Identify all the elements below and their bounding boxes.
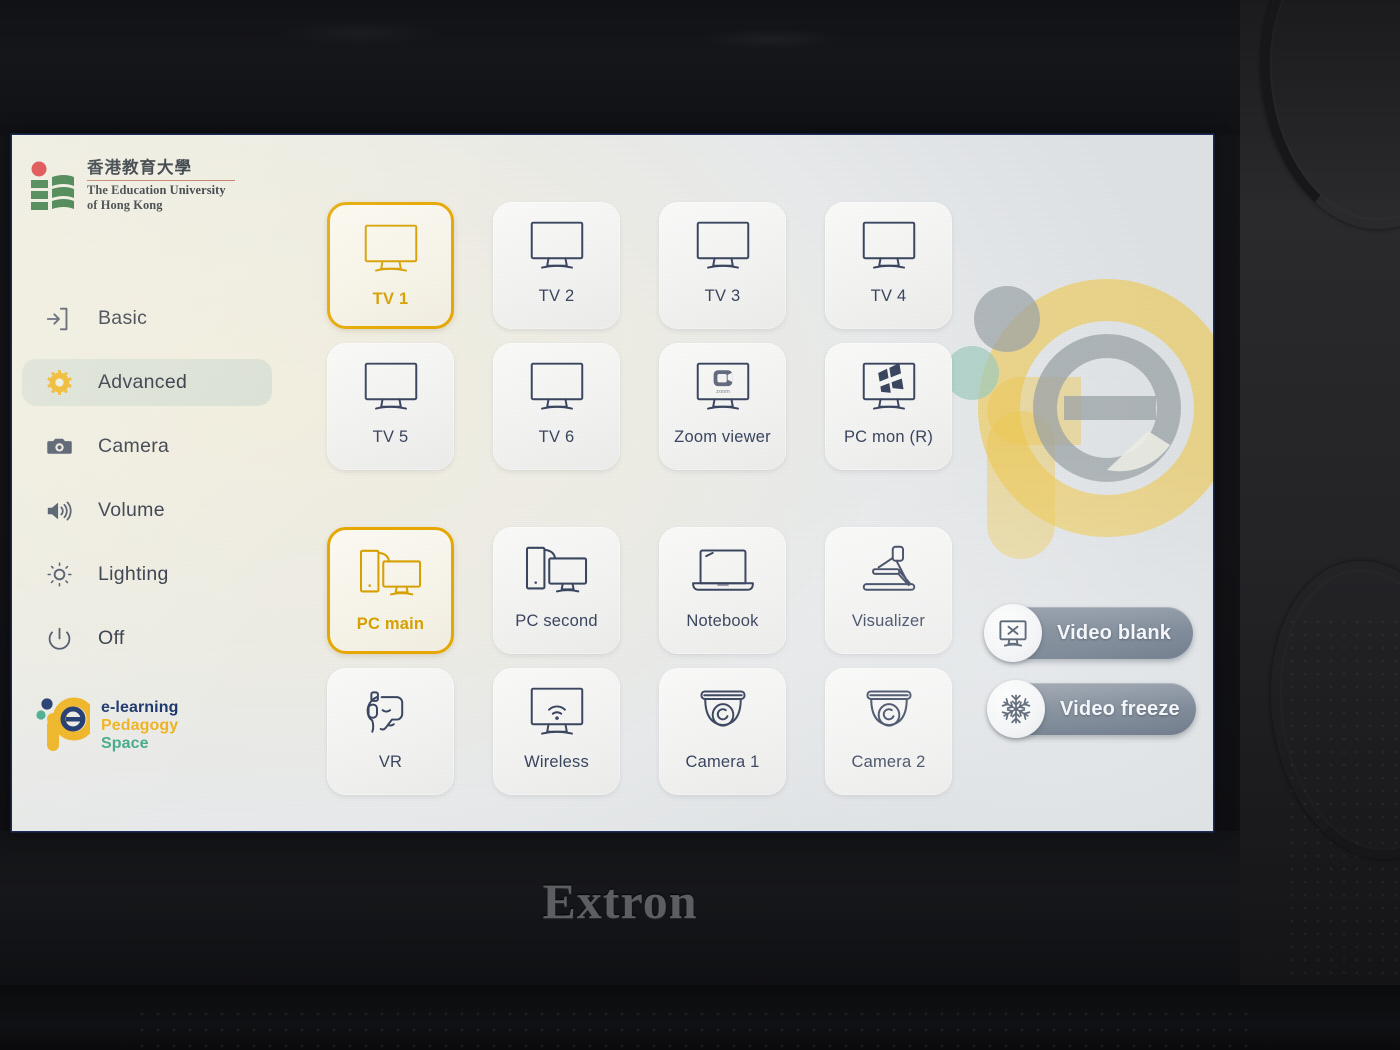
source-tile-label: Notebook	[686, 612, 759, 630]
source-button-grid: TV 1 TV 2 TV 3 TV 4 TV 5 TV 6 zoom Zoom viewer P…	[312, 135, 972, 831]
source-tile-notebook[interactable]: Notebook	[659, 527, 786, 654]
eduhk-crest-icon	[31, 161, 74, 210]
source-tile-tv-6[interactable]: TV 6	[493, 343, 620, 470]
eduhk-logo: 香港教育大學 The Education University of Hong …	[26, 157, 256, 235]
source-tile-label: TV 2	[538, 287, 575, 305]
screen-blank-icon	[984, 604, 1042, 662]
source-tile-label: PC mon (R)	[843, 428, 934, 446]
camera-icon	[44, 432, 74, 462]
source-tile-tv-5[interactable]: TV 5	[327, 343, 454, 470]
elearning-pedagogy-space-logo: e-learning Pedagogy Space	[34, 690, 234, 762]
dome-camera-icon	[686, 682, 760, 744]
sidebar-item-basic[interactable]: Basic	[22, 295, 272, 342]
source-tile-label: PC second	[515, 612, 598, 630]
sidebar-item-label: Advanced	[98, 371, 188, 393]
photo-of-touch-panel: Extron 香港教育大學 The Education University o…	[0, 0, 1400, 1050]
source-tile-pc-mon-r[interactable]: PC mon (R)	[825, 343, 952, 470]
windows-monitor-icon	[852, 357, 926, 419]
monitor-icon	[520, 216, 594, 278]
source-tile-visualizer[interactable]: Visualizer	[825, 527, 952, 654]
elearning-logo-line3: Space	[101, 734, 149, 752]
source-tile-tv-3[interactable]: TV 3	[659, 202, 786, 329]
login-arrow-icon	[44, 304, 74, 334]
speaker-icon	[44, 496, 74, 526]
monitor-icon	[520, 357, 594, 419]
source-tile-tv-4[interactable]: TV 4	[825, 202, 952, 329]
source-tile-tv-2[interactable]: TV 2	[493, 202, 620, 329]
source-tile-label: TV 5	[372, 428, 409, 446]
eduhk-divider	[87, 179, 235, 182]
sidebar-item-volume[interactable]: Volume	[22, 487, 272, 534]
sidebar-item-lighting[interactable]: Lighting	[22, 551, 272, 598]
monitor-icon	[852, 216, 926, 278]
monitor-icon	[354, 219, 428, 281]
wifi-monitor-icon	[520, 682, 594, 744]
source-tile-label: Camera 1	[685, 753, 760, 771]
monitor-icon	[354, 357, 428, 419]
source-tile-camera-2[interactable]: Camera 2	[825, 668, 952, 795]
source-tile-pc-main[interactable]: PC main	[327, 527, 454, 654]
brightness-icon	[44, 560, 74, 590]
source-tile-label: Wireless	[524, 753, 589, 771]
source-tile-label: TV 6	[538, 428, 575, 446]
desk-ledge-texture	[140, 1012, 1260, 1050]
zoom-monitor-icon: zoom	[686, 357, 760, 419]
source-tile-label: Camera 2	[851, 753, 926, 771]
source-tile-wireless[interactable]: Wireless	[493, 668, 620, 795]
power-icon	[44, 624, 74, 654]
gear-icon	[44, 368, 74, 398]
source-tile-label: Visualizer	[851, 612, 926, 630]
panel-top-bezel	[0, 0, 1240, 135]
action-button-label: Video freeze	[1060, 697, 1180, 720]
sidebar-nav: Basic Advanced Camera Volume Lighting Off	[22, 295, 272, 679]
elearning-logo-line2: Pedagogy	[101, 717, 179, 735]
eduhk-name-en-line2: of Hong Kong	[87, 198, 163, 213]
sidebar-item-label: Volume	[98, 499, 165, 521]
monitor-icon	[686, 216, 760, 278]
source-tile-zoom-viewer[interactable]: zoom Zoom viewer	[659, 343, 786, 470]
snowflake-icon	[987, 680, 1045, 738]
sidebar-item-off[interactable]: Off	[22, 615, 272, 662]
sidebar-item-camera[interactable]: Camera	[22, 423, 272, 470]
elearning-logo-icon	[36, 697, 90, 751]
source-tile-label: Zoom viewer	[674, 428, 771, 446]
source-tile-tv-1[interactable]: TV 1	[327, 202, 454, 329]
source-tile-label: PC main	[356, 615, 425, 633]
source-tile-vr[interactable]: VR	[327, 668, 454, 795]
sidebar-item-advanced[interactable]: Advanced	[22, 359, 272, 406]
extron-brand-label: Extron	[542, 873, 698, 929]
source-tile-label: TV 3	[704, 287, 741, 305]
svg-text:zoom: zoom	[716, 389, 730, 395]
sidebar-item-label: Camera	[98, 435, 170, 457]
sidebar-item-label: Basic	[98, 307, 148, 329]
source-tile-label: TV 4	[870, 287, 907, 305]
eduhk-name-chinese: 香港教育大學	[87, 158, 192, 177]
touch-screen: 香港教育大學 The Education University of Hong …	[12, 135, 1213, 831]
action-button-label: Video blank	[1057, 621, 1172, 644]
laptop-icon	[686, 541, 760, 603]
sidebar-item-label: Off	[98, 627, 125, 649]
desktop-pc-icon	[520, 541, 594, 603]
visualizer-icon	[852, 541, 926, 603]
vr-headset-icon	[354, 682, 428, 744]
elearning-logo-line1: e-learning	[101, 699, 179, 717]
source-tile-label: TV 1	[372, 290, 409, 308]
desktop-pc-icon	[354, 544, 428, 606]
source-tile-label: VR	[378, 753, 403, 771]
source-tile-pc-second[interactable]: PC second	[493, 527, 620, 654]
eduhk-name-en-line1: The Education University	[87, 183, 226, 198]
source-tile-camera-1[interactable]: Camera 1	[659, 668, 786, 795]
sidebar-item-label: Lighting	[98, 563, 169, 585]
sidebar: 香港教育大學 The Education University of Hong …	[12, 135, 280, 831]
dome-camera-icon	[852, 682, 926, 744]
action-button-video-freeze[interactable]: Video freeze	[987, 680, 1196, 738]
action-button-video-blank[interactable]: Video blank	[984, 604, 1193, 662]
